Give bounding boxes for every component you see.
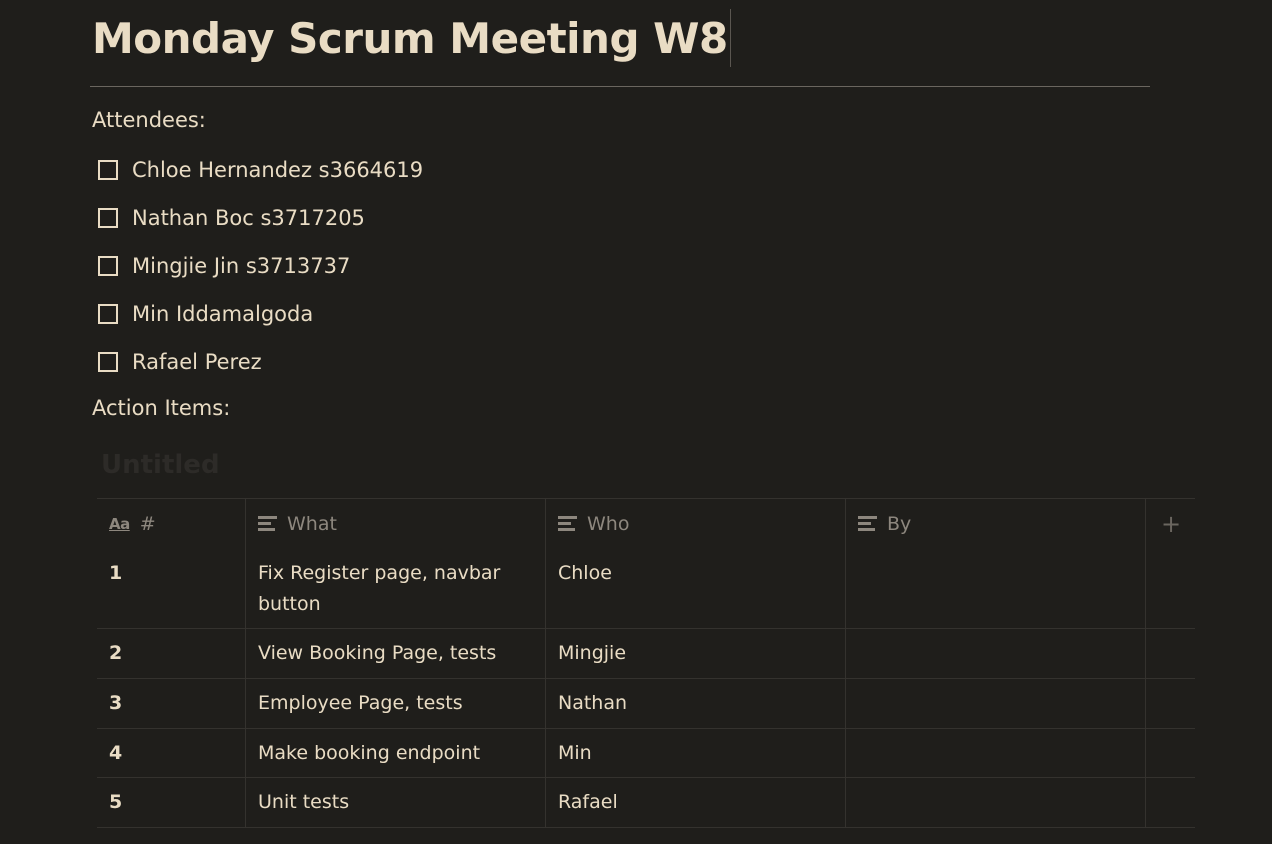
cell-what[interactable]: View Booking Page, tests [246,629,546,678]
cell-what[interactable]: Unit tests [246,778,546,827]
cell-what[interactable]: Employee Page, tests [246,679,546,728]
todo-item[interactable]: Min Iddamalgoda [98,301,313,327]
cell-empty [1146,549,1195,628]
cell-empty [1146,629,1195,678]
database-title[interactable]: Untitled [101,450,220,480]
plus-icon: + [1161,510,1182,538]
todo-text[interactable]: Min Iddamalgoda [132,302,313,326]
text-caret [729,9,731,67]
column-header-label: What [287,512,337,535]
attendees-label: Attendees: [92,108,206,132]
cell-number[interactable]: 2 [97,629,246,678]
todo-text[interactable]: Rafael Perez [132,350,262,374]
cell-by[interactable] [846,679,1146,728]
table-row[interactable]: 2 View Booking Page, tests Mingjie [97,629,1195,679]
divider [90,86,1150,87]
table-row[interactable]: 4 Make booking endpoint Min [97,729,1195,778]
text-property-icon [258,516,277,532]
text-property-icon [858,516,877,532]
column-header-number[interactable]: Aa # [97,499,246,549]
checkbox[interactable] [98,160,118,180]
column-header-label: By [887,512,912,535]
cell-who[interactable]: Chloe [546,549,846,628]
table-row[interactable]: 1 Fix Register page, navbar button Chloe [97,549,1195,629]
cell-who[interactable]: Nathan [546,679,846,728]
todo-item[interactable]: Chloe Hernandez s3664619 [98,157,423,183]
notion-page: Monday Scrum Meeting W8 Attendees: Chloe… [0,0,1272,844]
todo-text[interactable]: Mingjie Jin s3713737 [132,254,350,278]
cell-by[interactable] [846,549,1146,628]
title-property-icon: Aa [109,514,130,533]
checkbox[interactable] [98,208,118,228]
cell-what[interactable]: Fix Register page, navbar button [246,549,546,628]
cell-by[interactable] [846,729,1146,777]
todo-text[interactable]: Chloe Hernandez s3664619 [132,158,423,182]
cell-by[interactable] [846,778,1146,827]
cell-number[interactable]: 1 [97,549,246,628]
cell-by[interactable] [846,629,1146,678]
page-title-block[interactable]: Monday Scrum Meeting W8 [92,6,731,70]
cell-number[interactable]: 4 [97,729,246,777]
cell-number[interactable]: 5 [97,778,246,827]
cell-empty [1146,778,1195,827]
column-header-label: Who [587,512,630,535]
table-row[interactable]: 5 Unit tests Rafael [97,778,1195,828]
todo-item[interactable]: Mingjie Jin s3713737 [98,253,350,279]
checkbox[interactable] [98,352,118,372]
text-property-icon [558,516,577,532]
table-row[interactable]: 3 Employee Page, tests Nathan [97,679,1195,729]
cell-who[interactable]: Rafael [546,778,846,827]
todo-text[interactable]: Nathan Boc s3717205 [132,206,365,230]
cell-what[interactable]: Make booking endpoint [246,729,546,777]
page-title[interactable]: Monday Scrum Meeting W8 [92,14,728,63]
checkbox[interactable] [98,304,118,324]
action-items-table: Aa # What Who By + 1 Fix Register page, … [97,498,1195,828]
column-header-who[interactable]: Who [546,499,846,549]
add-column-button[interactable]: + [1146,499,1195,549]
todo-item[interactable]: Rafael Perez [98,349,262,375]
todo-item[interactable]: Nathan Boc s3717205 [98,205,365,231]
column-header-by[interactable]: By [846,499,1146,549]
table-header-row: Aa # What Who By + [97,499,1195,549]
checkbox[interactable] [98,256,118,276]
cell-who[interactable]: Mingjie [546,629,846,678]
column-header-what[interactable]: What [246,499,546,549]
cell-number[interactable]: 3 [97,679,246,728]
cell-empty [1146,679,1195,728]
cell-empty [1146,729,1195,777]
action-items-label: Action Items: [92,396,231,420]
column-header-label: # [139,512,156,535]
cell-who[interactable]: Min [546,729,846,777]
